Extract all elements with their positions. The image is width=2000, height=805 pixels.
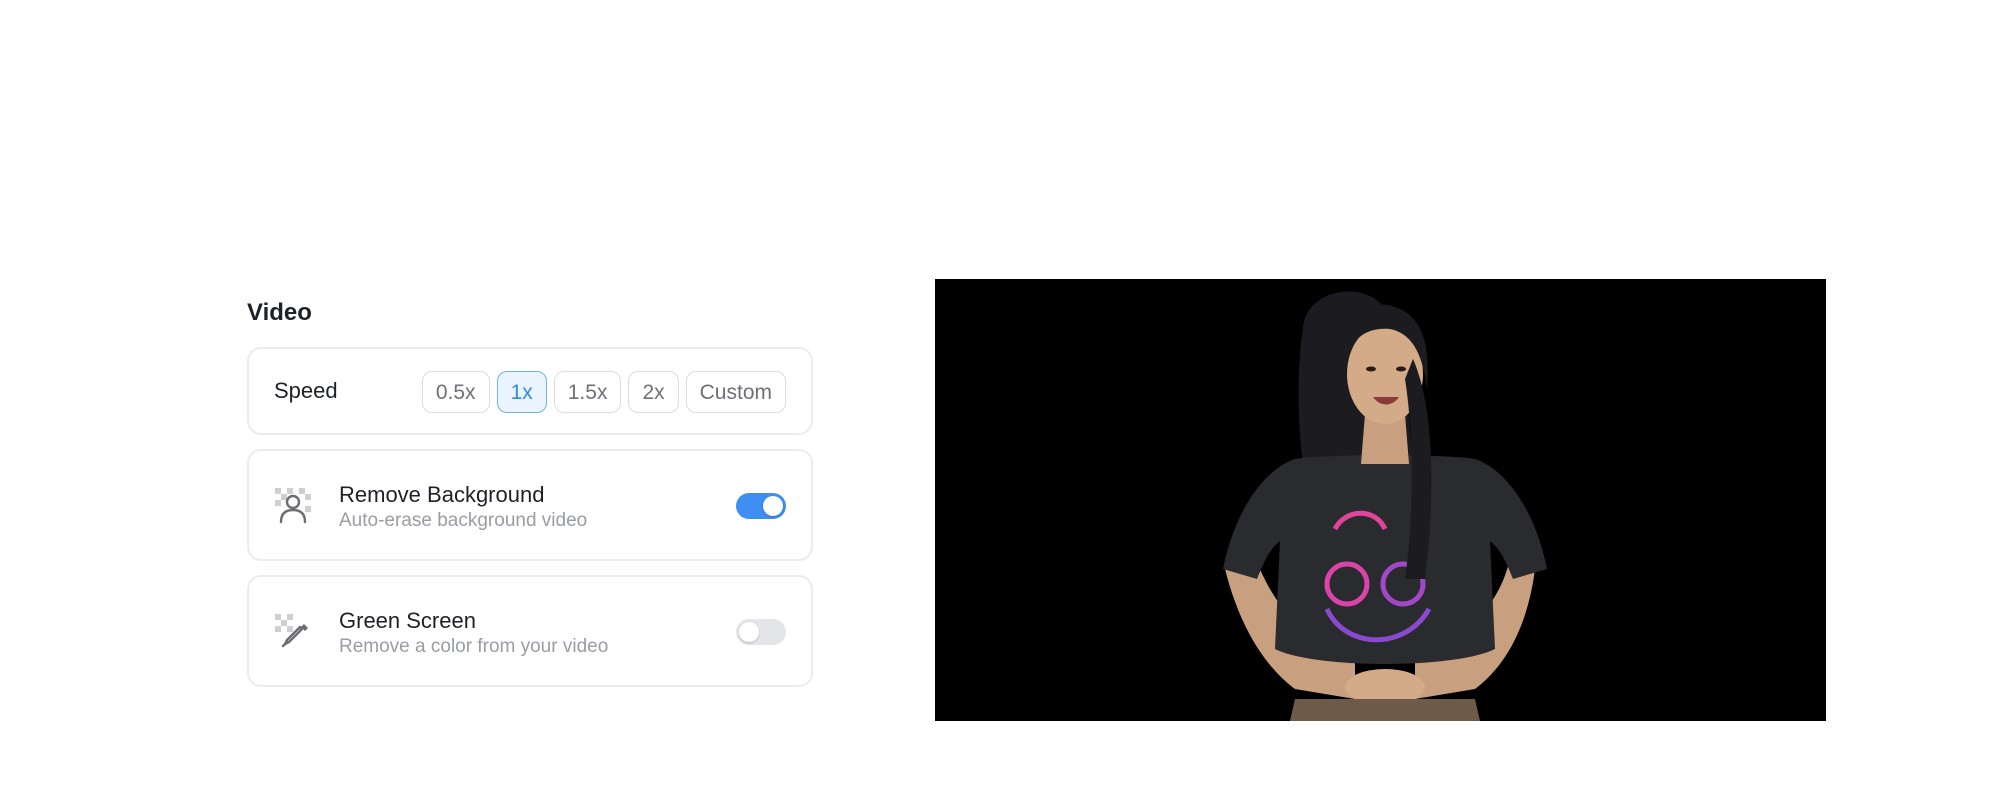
toggle-knob [763, 496, 783, 516]
remove-background-toggle[interactable] [736, 493, 786, 519]
video-preview [935, 279, 1826, 721]
green-screen-subtitle: Remove a color from your video [339, 636, 609, 657]
presenter-figure [935, 279, 1826, 721]
green-screen-title: Green Screen [339, 608, 476, 633]
speed-options: 0.5x 1x 1.5x 2x Custom [421, 371, 786, 413]
speed-label: Speed [274, 378, 338, 403]
green-screen-card: Green Screen Remove a color from your vi… [247, 575, 813, 687]
green-screen-toggle[interactable] [736, 619, 786, 645]
video-settings-panel: Video Speed 0.5x 1x 1.5x 2x Custom Remov… [247, 295, 813, 687]
remove-background-title: Remove Background [339, 482, 545, 507]
section-title: Video [247, 299, 312, 326]
speed-option-2x[interactable]: 2x [628, 371, 679, 413]
speed-option-0-5x[interactable]: 0.5x [421, 371, 490, 413]
remove-background-subtitle: Auto-erase background video [339, 510, 588, 531]
person-transparent-icon [275, 488, 311, 524]
speed-card: Speed 0.5x 1x 1.5x 2x Custom [247, 347, 813, 435]
remove-background-card: Remove Background Auto-erase background … [247, 449, 813, 561]
eyedropper-icon [275, 614, 311, 650]
toggle-knob [739, 622, 759, 642]
speed-option-1x[interactable]: 1x [496, 371, 547, 413]
speed-option-custom[interactable]: Custom [685, 371, 786, 413]
speed-option-1-5x[interactable]: 1.5x [553, 371, 622, 413]
